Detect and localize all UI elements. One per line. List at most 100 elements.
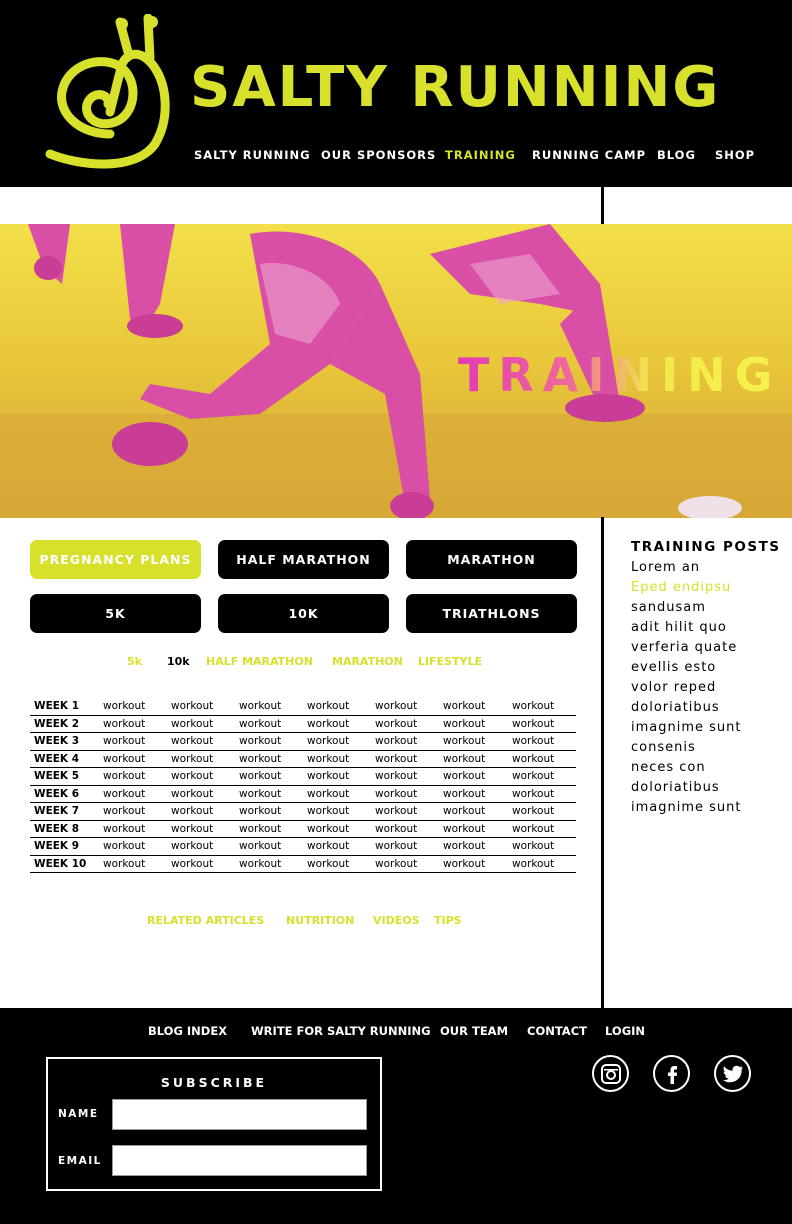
workout-cell[interactable]: workout xyxy=(239,805,281,817)
post-link[interactable]: Eped endipsu xyxy=(631,578,742,598)
workout-cell[interactable]: workout xyxy=(443,735,485,747)
workout-cell[interactable]: workout xyxy=(307,718,349,730)
workout-cell[interactable]: workout xyxy=(307,788,349,800)
workout-cell[interactable]: workout xyxy=(239,718,281,730)
workout-cell[interactable]: workout xyxy=(375,858,417,870)
plan-button-pregnancy[interactable]: PREGNANCY PLANS xyxy=(30,540,201,579)
footer-link-write-for-us[interactable]: WRITE FOR SALTY RUNNING xyxy=(251,1024,431,1038)
workout-cell[interactable]: workout xyxy=(307,823,349,835)
workout-cell[interactable]: workout xyxy=(103,718,145,730)
workout-cell[interactable]: workout xyxy=(239,858,281,870)
workout-cell[interactable]: workout xyxy=(103,735,145,747)
workout-cell[interactable]: workout xyxy=(171,770,213,782)
workout-cell[interactable]: workout xyxy=(103,770,145,782)
workout-cell[interactable]: workout xyxy=(443,700,485,712)
workout-cell[interactable]: workout xyxy=(307,840,349,852)
workout-cell[interactable]: workout xyxy=(103,823,145,835)
workout-cell[interactable]: workout xyxy=(375,805,417,817)
workout-cell[interactable]: workout xyxy=(443,770,485,782)
workout-cell[interactable]: workout xyxy=(375,700,417,712)
workout-cell[interactable]: workout xyxy=(443,858,485,870)
workout-cell[interactable]: workout xyxy=(239,770,281,782)
workout-cell[interactable]: workout xyxy=(443,823,485,835)
workout-cell[interactable]: workout xyxy=(512,770,554,782)
workout-cell[interactable]: workout xyxy=(239,700,281,712)
workout-cell[interactable]: workout xyxy=(307,805,349,817)
workout-cell[interactable]: workout xyxy=(375,735,417,747)
nav-item-running-camp[interactable]: RUNNING CAMP xyxy=(532,148,646,162)
footer-link-our-team[interactable]: OUR TEAM xyxy=(440,1024,508,1038)
workout-cell[interactable]: workout xyxy=(512,735,554,747)
workout-cell[interactable]: workout xyxy=(103,840,145,852)
workout-cell[interactable]: workout xyxy=(171,805,213,817)
nav-item-shop[interactable]: SHOP xyxy=(715,148,755,162)
post-link[interactable]: neces con xyxy=(631,758,742,778)
footer-link-blog-index[interactable]: BLOG INDEX xyxy=(148,1024,227,1038)
workout-cell[interactable]: workout xyxy=(443,753,485,765)
post-link[interactable]: volor reped xyxy=(631,678,742,698)
workout-cell[interactable]: workout xyxy=(512,718,554,730)
workout-cell[interactable]: workout xyxy=(239,788,281,800)
nutrition-link[interactable]: NUTRITION xyxy=(286,914,354,927)
workout-cell[interactable]: workout xyxy=(239,735,281,747)
workout-cell[interactable]: workout xyxy=(375,788,417,800)
workout-cell[interactable]: workout xyxy=(375,840,417,852)
facebook-icon[interactable] xyxy=(653,1055,690,1092)
plan-button-triathlons[interactable]: TRIATHLONS xyxy=(406,594,577,633)
workout-cell[interactable]: workout xyxy=(239,753,281,765)
plan-button-5k[interactable]: 5K xyxy=(30,594,201,633)
workout-cell[interactable]: workout xyxy=(307,700,349,712)
post-link[interactable]: verferia quate xyxy=(631,638,742,658)
workout-cell[interactable]: workout xyxy=(171,718,213,730)
plan-button-10k[interactable]: 10K xyxy=(218,594,389,633)
nav-item-training[interactable]: TRAINING xyxy=(445,148,516,162)
workout-cell[interactable]: workout xyxy=(375,718,417,730)
videos-link[interactable]: VIDEOS xyxy=(373,914,420,927)
name-field[interactable] xyxy=(112,1099,367,1130)
twitter-icon[interactable] xyxy=(714,1055,751,1092)
workout-cell[interactable]: workout xyxy=(103,753,145,765)
workout-cell[interactable]: workout xyxy=(171,753,213,765)
post-link[interactable]: adit hilit quo xyxy=(631,618,742,638)
subtab-half-marathon[interactable]: HALF MARATHON xyxy=(206,655,313,668)
brand-wordmark[interactable]: SALTY RUNNING xyxy=(190,60,720,116)
workout-cell[interactable]: workout xyxy=(375,753,417,765)
post-link[interactable]: doloriatibus xyxy=(631,698,742,718)
workout-cell[interactable]: workout xyxy=(307,753,349,765)
workout-cell[interactable]: workout xyxy=(512,700,554,712)
workout-cell[interactable]: workout xyxy=(103,788,145,800)
nav-item-our-sponsors[interactable]: OUR SPONSORS xyxy=(321,148,436,162)
workout-cell[interactable]: workout xyxy=(307,735,349,747)
subtab-marathon[interactable]: MARATHON xyxy=(332,655,403,668)
post-link[interactable]: doloriatibus xyxy=(631,778,742,798)
workout-cell[interactable]: workout xyxy=(239,840,281,852)
workout-cell[interactable]: workout xyxy=(103,700,145,712)
plan-button-marathon[interactable]: MARATHON xyxy=(406,540,577,579)
workout-cell[interactable]: workout xyxy=(443,840,485,852)
post-link[interactable]: sandusam xyxy=(631,598,742,618)
footer-link-contact[interactable]: CONTACT xyxy=(527,1024,587,1038)
nav-item-blog[interactable]: BLOG xyxy=(657,148,696,162)
footer-link-login[interactable]: LOGIN xyxy=(605,1024,645,1038)
workout-cell[interactable]: workout xyxy=(512,788,554,800)
workout-cell[interactable]: workout xyxy=(307,770,349,782)
workout-cell[interactable]: workout xyxy=(171,700,213,712)
subtab-10k[interactable]: 10k xyxy=(167,655,190,668)
workout-cell[interactable]: workout xyxy=(512,823,554,835)
workout-cell[interactable]: workout xyxy=(103,805,145,817)
email-field[interactable] xyxy=(112,1145,367,1176)
workout-cell[interactable]: workout xyxy=(171,858,213,870)
plan-button-half-marathon[interactable]: HALF MARATHON xyxy=(218,540,389,579)
workout-cell[interactable]: workout xyxy=(512,858,554,870)
post-link[interactable]: Lorem an xyxy=(631,558,742,578)
workout-cell[interactable]: workout xyxy=(375,823,417,835)
workout-cell[interactable]: workout xyxy=(171,735,213,747)
nav-item-salty-running[interactable]: SALTY RUNNING xyxy=(194,148,311,162)
workout-cell[interactable]: workout xyxy=(512,805,554,817)
tips-link[interactable]: TIPS xyxy=(434,914,462,927)
instagram-icon[interactable] xyxy=(592,1055,629,1092)
workout-cell[interactable]: workout xyxy=(103,858,145,870)
post-link[interactable]: evellis esto xyxy=(631,658,742,678)
post-link[interactable]: consenis xyxy=(631,738,742,758)
workout-cell[interactable]: workout xyxy=(512,840,554,852)
